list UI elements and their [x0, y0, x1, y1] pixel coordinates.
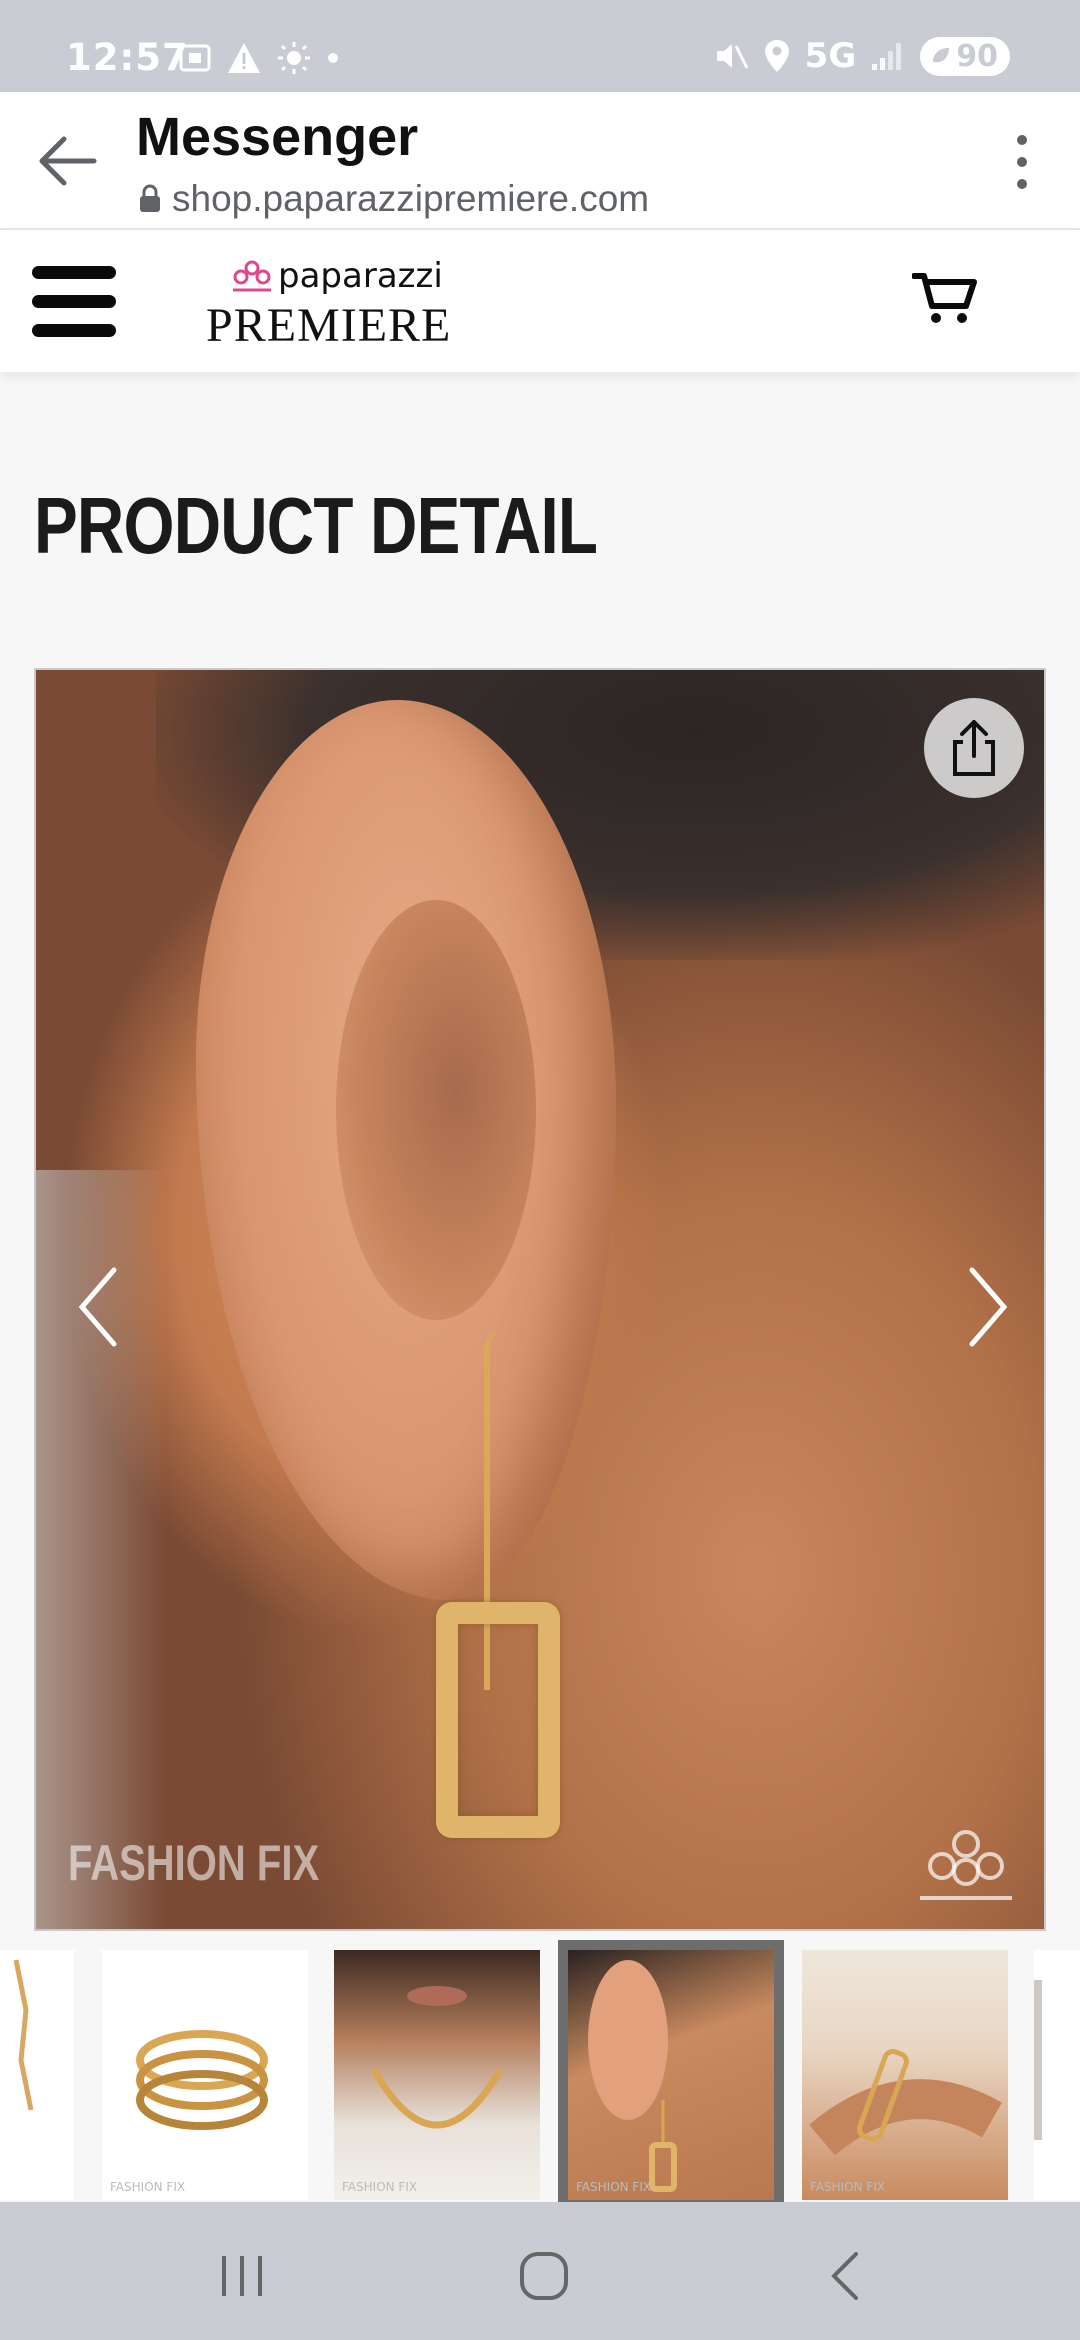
status-bar: 12:57 5G 90 [0, 0, 1080, 92]
chain-thumbnail-image [13, 1959, 34, 2111]
browser-title: Messenger [136, 107, 419, 167]
location-icon [764, 40, 789, 72]
menu-icon[interactable] [32, 266, 116, 338]
in-app-browser-bar: Messenger shop.paparazzipremiere.com [0, 92, 1080, 230]
share-icon [953, 720, 995, 776]
signal-icon [872, 43, 902, 70]
back-arrow-icon[interactable] [34, 128, 100, 194]
thumbnail-4-selected[interactable]: FASHION FIX [558, 1940, 784, 2202]
earring-thumbnail-image [588, 1960, 677, 2192]
thumbnail-caption: FASHION FIX [576, 2180, 652, 2194]
battery-level: 90 [956, 38, 998, 74]
page-title: PRODUCT DETAIL [34, 481, 598, 570]
mute-icon [716, 44, 749, 69]
earring-pendant [436, 1602, 560, 1838]
next-image-icon[interactable] [956, 1262, 1016, 1352]
thumbnail-2[interactable]: FASHION FIX [102, 1950, 308, 2200]
partial-thumbnail-image [1034, 1980, 1042, 2140]
recent-apps-icon[interactable] [212, 2246, 272, 2306]
dot-icon [328, 53, 338, 63]
url-text: shop.paparazzipremiere.com [172, 178, 650, 219]
share-button[interactable] [924, 698, 1024, 798]
thumbnail-caption: FASHION FIX [110, 2180, 186, 2194]
thumbnail-3[interactable]: FASHION FIX [334, 1950, 540, 2200]
battery-indicator: 90 [920, 36, 1010, 76]
warning-icon [228, 43, 260, 73]
ear-inner-shape [336, 900, 536, 1320]
thumbnail-caption: FASHION FIX [810, 2180, 886, 2194]
product-image-gallery[interactable]: FASHION FIX [34, 668, 1046, 1931]
battery-saver-icon [933, 48, 950, 63]
brightness-icon [278, 42, 310, 74]
home-icon[interactable] [514, 2246, 574, 2306]
brand-top-text: paparazzi [278, 256, 443, 296]
necklace-thumbnail-image [370, 1986, 504, 2129]
crown-watermark-icon [920, 1830, 1012, 1900]
cart-icon[interactable] [912, 270, 978, 326]
back-icon[interactable] [818, 2246, 878, 2306]
browser-url[interactable]: shop.paparazzipremiere.com [138, 178, 649, 220]
status-icons-left [178, 40, 340, 76]
thumbnail-strip[interactable]: FASHION FIX FASHION FIX FASHION FIX FASH… [0, 1940, 1080, 2202]
brand-logo[interactable]: paparazzi PREMIERE [206, 250, 476, 360]
brand-main-text: PREMIERE [206, 299, 452, 352]
screenshot-icon [179, 44, 211, 72]
system-navigation-bar [0, 2202, 1080, 2340]
thumbnail-5[interactable]: FASHION FIX [802, 1950, 1008, 2200]
lock-icon [140, 184, 160, 212]
more-options-icon[interactable] [1012, 132, 1032, 192]
ring-thumbnail-image [136, 2030, 268, 2130]
status-icons-right: 5G 90 [713, 36, 1010, 76]
thumbnail-1[interactable] [0, 1950, 74, 2200]
status-time: 12:57 [66, 36, 189, 79]
network-type: 5G [804, 36, 857, 76]
fashion-fix-watermark: FASHION FIX [68, 1835, 320, 1891]
bracelet-thumbnail-image [809, 2049, 1002, 2156]
thumbnail-6[interactable] [1034, 1950, 1080, 2200]
crown-logo-icon [233, 260, 271, 292]
previous-image-icon[interactable] [70, 1262, 130, 1352]
thumbnail-caption: FASHION FIX [342, 2180, 418, 2194]
